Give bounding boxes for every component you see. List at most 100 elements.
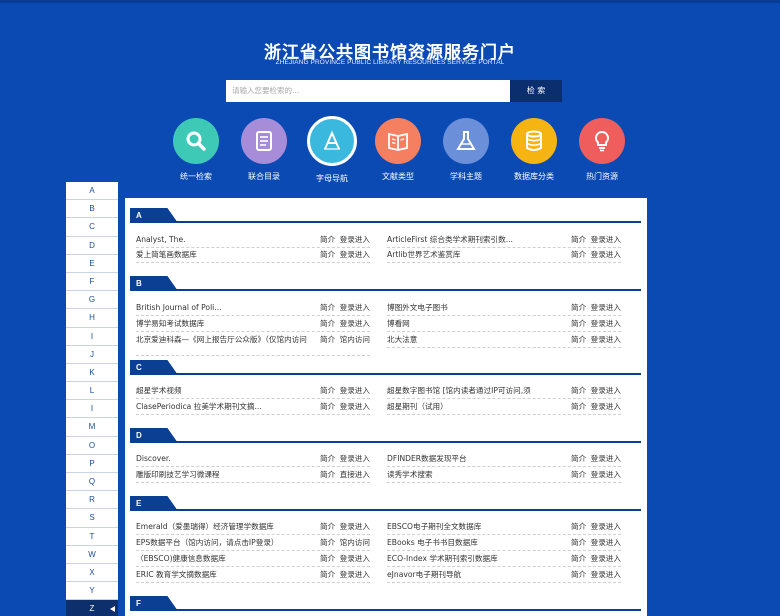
intro-link[interactable]: 简介	[571, 522, 586, 531]
enter-link[interactable]: 登录进入	[591, 522, 621, 531]
alpha-i2[interactable]: I	[66, 400, 118, 419]
enter-link[interactable]: 登录进入	[591, 335, 621, 344]
enter-link[interactable]: 登录进入	[340, 402, 370, 411]
resource-name[interactable]: 超星数字图书馆 [馆内读者通过IP可访问,须	[387, 383, 559, 399]
enter-link[interactable]: 登录进入	[340, 454, 370, 463]
intro-link[interactable]: 简介	[571, 554, 586, 563]
enter-link[interactable]: 登录进入	[591, 250, 621, 259]
intro-link[interactable]: 简介	[320, 554, 335, 563]
intro-link[interactable]: 简介	[320, 335, 335, 344]
alpha-a[interactable]: A	[66, 182, 118, 201]
intro-link[interactable]: 简介	[571, 538, 586, 547]
alpha-y[interactable]: Y	[66, 582, 118, 601]
enter-link[interactable]: 登录进入	[340, 570, 370, 579]
enter-link[interactable]: 登录进入	[591, 402, 621, 411]
resource-name[interactable]: 超星学术视频	[136, 383, 308, 399]
alpha-z[interactable]: Z	[66, 600, 118, 616]
alpha-i[interactable]: I	[66, 327, 118, 346]
alpha-w[interactable]: W	[66, 545, 118, 564]
category-hot[interactable]: 热门资源	[562, 118, 642, 182]
alpha-p[interactable]: P	[66, 454, 118, 473]
resource-name[interactable]: （EBSCO)健康信息数据库	[136, 551, 308, 567]
intro-link[interactable]: 简介	[320, 235, 335, 244]
alpha-e[interactable]: E	[66, 254, 118, 273]
alpha-d[interactable]: D	[66, 236, 118, 255]
resource-name[interactable]: Analyst, The.	[136, 232, 308, 248]
intro-link[interactable]: 简介	[320, 303, 335, 312]
intro-link[interactable]: 简介	[571, 402, 586, 411]
intro-link[interactable]: 简介	[571, 386, 586, 395]
alpha-o[interactable]: O	[66, 436, 118, 455]
resource-name[interactable]: 读秀学术搜索	[387, 467, 559, 483]
resource-name[interactable]: Discover.	[136, 451, 308, 467]
intro-link[interactable]: 简介	[320, 470, 335, 479]
alpha-m[interactable]: M	[66, 418, 118, 437]
enter-link[interactable]: 登录进入	[591, 319, 621, 328]
enter-link[interactable]: 直接进入	[340, 470, 370, 479]
resource-name[interactable]: Emerald（爱墨瑞得）经济管理学数据库	[136, 519, 308, 535]
enter-link[interactable]: 登录进入	[591, 554, 621, 563]
resource-name[interactable]: 北大法意	[387, 332, 559, 348]
resource-name[interactable]: 博看网	[387, 316, 559, 332]
enter-link[interactable]: 登录进入	[340, 319, 370, 328]
intro-link[interactable]: 简介	[571, 454, 586, 463]
alpha-l[interactable]: L	[66, 382, 118, 401]
enter-link[interactable]: 登录进入	[591, 570, 621, 579]
alpha-b[interactable]: B	[66, 200, 118, 219]
alpha-r[interactable]: R	[66, 491, 118, 510]
enter-link[interactable]: 登录进入	[340, 522, 370, 531]
resource-name[interactable]: British Journal of Poli...	[136, 300, 308, 316]
alpha-h[interactable]: H	[66, 309, 118, 328]
intro-link[interactable]: 简介	[320, 402, 335, 411]
intro-link[interactable]: 简介	[571, 335, 586, 344]
intro-link[interactable]: 简介	[571, 470, 586, 479]
alpha-f[interactable]: F	[66, 272, 118, 292]
enter-link[interactable]: 登录进入	[340, 250, 370, 259]
enter-link[interactable]: 登录进入	[591, 235, 621, 244]
alpha-s[interactable]: S	[66, 509, 118, 528]
intro-link[interactable]: 简介	[571, 303, 586, 312]
intro-link[interactable]: 简介	[571, 250, 586, 259]
search-button[interactable]: 检 索	[510, 80, 562, 102]
resource-name[interactable]: 超星期刊（试用）	[387, 399, 559, 415]
enter-link[interactable]: 登录进入	[591, 538, 621, 547]
enter-link[interactable]: 登录进入	[591, 386, 621, 395]
enter-link[interactable]: 登录进入	[340, 386, 370, 395]
alpha-q[interactable]: Q	[66, 473, 118, 492]
resource-name[interactable]: Artlib世界艺术鉴赏库	[387, 247, 559, 263]
enter-link[interactable]: 登录进入	[340, 554, 370, 563]
resource-name[interactable]: EPS数据平台（馆内访问，请点击IP登录）	[136, 535, 308, 551]
enter-link[interactable]: 登录进入	[591, 454, 621, 463]
intro-link[interactable]: 简介	[571, 235, 586, 244]
resource-name[interactable]: 博学易知考试数据库	[136, 316, 308, 332]
intro-link[interactable]: 简介	[320, 538, 335, 547]
alpha-t[interactable]: T	[66, 527, 118, 546]
resource-name[interactable]: ERIC 教育学文摘数据库	[136, 567, 308, 583]
alpha-k[interactable]: K	[66, 363, 118, 383]
alpha-j[interactable]: J	[66, 345, 118, 364]
intro-link[interactable]: 简介	[320, 319, 335, 328]
intro-link[interactable]: 简介	[320, 386, 335, 395]
resource-name[interactable]: ECO-Index 学术期刊索引数据库	[387, 551, 559, 567]
intro-link[interactable]: 简介	[571, 570, 586, 579]
resource-name[interactable]: 雕版印刷技艺学习微课程	[136, 467, 308, 483]
search-input[interactable]: 请输入您要检索的...	[226, 80, 510, 102]
intro-link[interactable]: 简介	[320, 522, 335, 531]
enter-link[interactable]: 登录进入	[340, 235, 370, 244]
enter-link[interactable]: 登录进入	[591, 470, 621, 479]
intro-link[interactable]: 简介	[320, 454, 335, 463]
intro-link[interactable]: 简介	[571, 319, 586, 328]
enter-link[interactable]: 登录进入	[340, 303, 370, 312]
resource-name[interactable]: 博图外文电子图书	[387, 300, 559, 316]
intro-link[interactable]: 简介	[320, 250, 335, 259]
alpha-c[interactable]: C	[66, 218, 118, 237]
resource-name[interactable]: 爱上简笔画数据库	[136, 247, 308, 263]
resource-name[interactable]: ArticleFirst 综合类学术期刊索引数...	[387, 232, 559, 248]
enter-link[interactable]: 登录进入	[591, 303, 621, 312]
enter-link[interactable]: 馆内访问	[340, 335, 370, 344]
resource-name[interactable]: EBooks 电子书书目数据库	[387, 535, 559, 551]
resource-name[interactable]: DFINDER数据发现平台	[387, 451, 559, 467]
enter-link[interactable]: 馆内访问	[340, 538, 370, 547]
resource-name[interactable]: EBSCO电子期刊全文数据库	[387, 519, 559, 535]
alpha-g[interactable]: G	[66, 291, 118, 310]
